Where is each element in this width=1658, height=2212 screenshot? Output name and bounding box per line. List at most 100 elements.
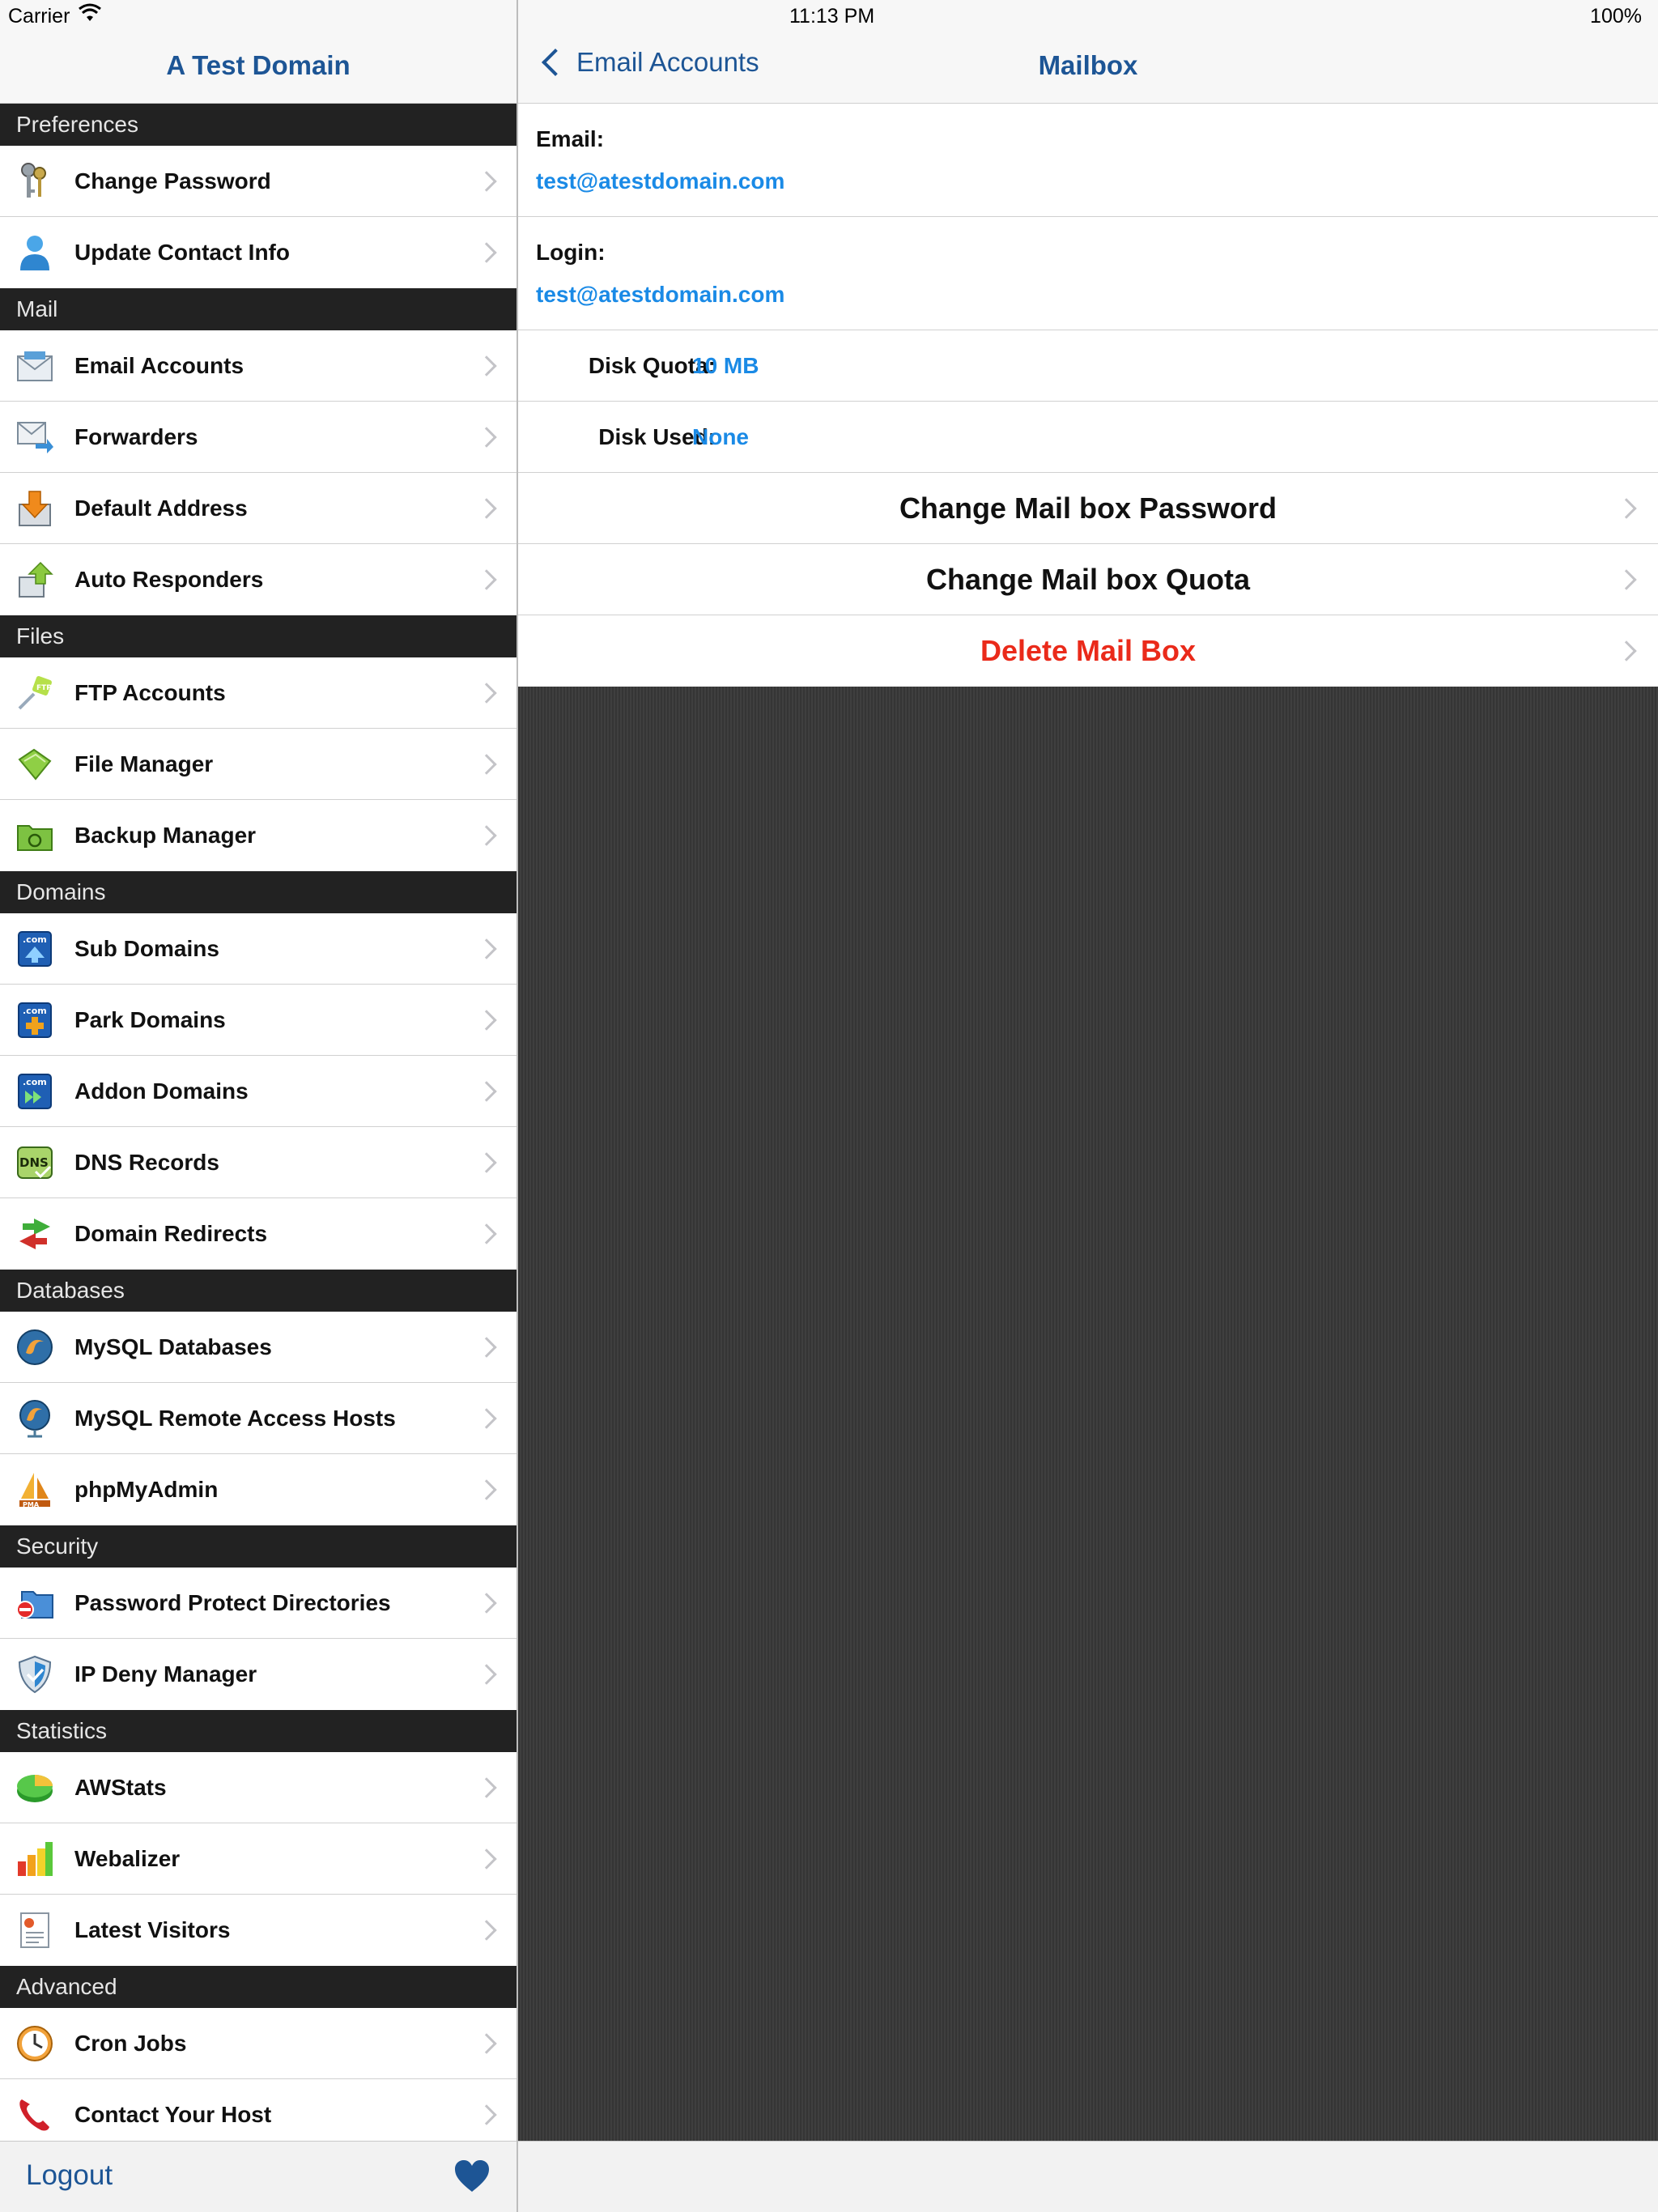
bar-chart-icon [15, 1839, 55, 1879]
chevron-right-icon [476, 170, 497, 192]
sidebar-item-change-password[interactable]: Change Password [0, 146, 517, 217]
sidebar-item-mysql-remote-access-hosts[interactable]: MySQL Remote Access Hosts [0, 1383, 517, 1454]
section-group: Change Password Update Contact Info [0, 146, 517, 288]
sidebar-item-default-address[interactable]: Default Address [0, 473, 517, 544]
sidebar-item-domain-redirects[interactable]: Domain Redirects [0, 1198, 517, 1270]
sidebar-item-label: Auto Responders [74, 567, 264, 592]
disk-used-value: None [692, 424, 749, 449]
chevron-right-icon [476, 2032, 497, 2054]
sidebar-item-label: Update Contact Info [74, 240, 290, 265]
svg-text:DNS: DNS [19, 1155, 49, 1170]
disk-used-field: Disk Used: None [518, 402, 1658, 473]
detail-navbar: 11:13 PM 100% Email Accounts Mailbox [518, 0, 1658, 104]
sidebar-item-email-accounts[interactable]: Email Accounts [0, 330, 517, 402]
section-header-statistics: Statistics [0, 1710, 517, 1752]
chevron-right-icon [476, 1151, 497, 1173]
section-group: Password Protect Directories IP Deny Mana… [0, 1568, 517, 1710]
chevron-right-icon [476, 242, 497, 263]
delete-mail-box-button[interactable]: Delete Mail Box [518, 615, 1658, 687]
sidebar-item-park-domains[interactable]: .com Park Domains [0, 985, 517, 1056]
sidebar-item-backup-manager[interactable]: Backup Manager [0, 800, 517, 871]
email-value: test@atestdomain.com [536, 168, 785, 194]
envelope-icon [15, 346, 55, 386]
sidebar-item-addon-domains[interactable]: .com Addon Domains [0, 1056, 517, 1127]
chevron-right-icon [476, 1664, 497, 1685]
keys-icon [15, 161, 55, 202]
email-label: Email: [536, 126, 605, 151]
sidebar-item-update-contact-info[interactable]: Update Contact Info [0, 217, 517, 288]
login-field: Login: test@atestdomain.com [518, 217, 1658, 330]
sidebar-item-dns-records[interactable]: DNS DNS Records [0, 1127, 517, 1198]
chevron-right-icon [476, 355, 497, 376]
section-group: MySQL Databases MySQL Remote Access Hosts… [0, 1312, 517, 1525]
action-label: Delete Mail Box [980, 634, 1197, 667]
locked-folder-icon [15, 1583, 55, 1623]
clock-label: 11:13 PM [789, 5, 875, 28]
svg-text:FTP: FTP [36, 684, 52, 692]
change-mail-box-quota-button[interactable]: Change Mail box Quota [518, 544, 1658, 615]
sidebar-item-sub-domains[interactable]: .com Sub Domains [0, 913, 517, 985]
disk-quota-value: 10 MB [692, 353, 759, 378]
chevron-right-icon [476, 2104, 497, 2125]
sidebar-item-password-protect-directories[interactable]: Password Protect Directories [0, 1568, 517, 1639]
section-group: Cron Jobs Contact Your Host [0, 2008, 517, 2150]
svg-text:.com: .com [23, 934, 47, 945]
sidebar-item-ftp-accounts[interactable]: FTP FTP Accounts [0, 657, 517, 729]
chevron-right-icon [476, 1223, 497, 1244]
chevron-right-icon [476, 825, 497, 846]
sidebar-item-forwarders[interactable]: Forwarders [0, 402, 517, 473]
section-header-domains: Domains [0, 871, 517, 913]
chevron-right-icon [476, 1592, 497, 1614]
chevron-right-icon [476, 753, 497, 775]
svg-text:PMA: PMA [23, 1501, 40, 1508]
sidebar-item-file-manager[interactable]: File Manager [0, 729, 517, 800]
chevron-right-icon [476, 1009, 497, 1031]
sidebar-tabbar: Logout [0, 2141, 517, 2212]
com-plus-icon: .com [15, 1000, 55, 1040]
wifi-icon [78, 2, 102, 34]
dns-icon: DNS [15, 1142, 55, 1183]
login-value: test@atestdomain.com [536, 282, 785, 307]
battery-label: 100% [1590, 5, 1642, 28]
chevron-right-icon [476, 1479, 497, 1500]
svg-text:.com: .com [23, 1006, 47, 1016]
report-icon [15, 1910, 55, 1950]
chevron-right-icon [476, 682, 497, 704]
mailbox-detail: Email: test@atestdomain.com Login: test@… [518, 104, 1658, 687]
detail-bottombar [518, 2141, 1658, 2212]
sidebar-item-phpmyadmin[interactable]: PMA phpMyAdmin [0, 1454, 517, 1525]
forward-mail-icon [15, 417, 55, 457]
pie-chart-icon [15, 1767, 55, 1808]
person-icon [15, 232, 55, 273]
logout-button[interactable]: Logout [26, 2159, 113, 2192]
master-panel: Carrier A Test Domain Preferences Change … [0, 0, 518, 2212]
sidebar-item-awstats[interactable]: AWStats [0, 1752, 517, 1823]
sidebar-item-auto-responders[interactable]: Auto Responders [0, 544, 517, 615]
disk-quota-field: Disk Quota: 10 MB [518, 330, 1658, 402]
sidebar-item-label: Webalizer [74, 1845, 181, 1871]
sidebar-item-ip-deny-manager[interactable]: IP Deny Manager [0, 1639, 517, 1710]
sidebar-item-label: File Manager [74, 751, 214, 776]
change-mail-box-password-button[interactable]: Change Mail box Password [518, 473, 1658, 544]
sidebar-title: A Test Domain [166, 50, 351, 80]
sidebar-item-cron-jobs[interactable]: Cron Jobs [0, 2008, 517, 2079]
sidebar-item-label: Domain Redirects [74, 1221, 268, 1246]
redirect-arrows-icon [15, 1214, 55, 1254]
chevron-right-icon [1616, 497, 1637, 519]
sidebar-item-label: Forwarders [74, 423, 198, 449]
sidebar-item-label: Addon Domains [74, 1078, 249, 1104]
heart-icon[interactable] [453, 2159, 491, 2193]
sidebar-item-label: FTP Accounts [74, 679, 226, 705]
chevron-right-icon [476, 1776, 497, 1798]
sidebar-menu: Preferences Change Password Update Contact… [0, 104, 517, 2150]
mysql-remote-icon [15, 1398, 55, 1439]
sidebar-item-label: phpMyAdmin [74, 1477, 219, 1502]
sidebar-navbar: Carrier A Test Domain [0, 0, 517, 104]
sidebar-item-mysql-databases[interactable]: MySQL Databases [0, 1312, 517, 1383]
sidebar-item-contact-your-host[interactable]: Contact Your Host [0, 2079, 517, 2150]
sidebar-item-webalizer[interactable]: Webalizer [0, 1823, 517, 1895]
section-header-files: Files [0, 615, 517, 657]
sidebar-item-label: DNS Records [74, 1149, 219, 1175]
sidebar-item-latest-visitors[interactable]: Latest Visitors [0, 1895, 517, 1966]
section-group: .com Sub Domains .com Park Domains .com Addon… [0, 913, 517, 1270]
